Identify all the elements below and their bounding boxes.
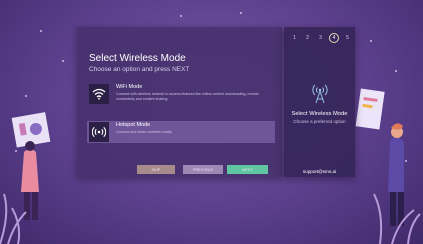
side-subtitle: Choose a preferred option (293, 119, 346, 124)
side-title: Select Wireless Mode (291, 111, 348, 117)
option-title: WiFi Mode (116, 84, 143, 90)
right-illustration (355, 88, 421, 244)
option-description: Connect and share contents locally. (116, 130, 173, 134)
person-figure (388, 137, 404, 192)
support-email-link[interactable]: support@eins.ai (284, 169, 355, 174)
hotspot-icon (89, 122, 109, 142)
step-3: 3 (319, 34, 322, 41)
step-4-active: 4 (329, 33, 339, 43)
option-description: Connect with wireless network to access … (116, 92, 259, 101)
plant (373, 193, 421, 244)
page-subtitle: Choose an option and press NEXT (89, 66, 190, 73)
person-figure (21, 149, 39, 192)
step-2: 2 (306, 34, 309, 41)
report-card (355, 88, 385, 130)
plant (0, 193, 27, 244)
next-button[interactable]: NEXT (227, 165, 268, 174)
side-panel: 1 2 3 4 5 Select Wireless Mode Choose a … (284, 27, 355, 177)
step-1: 1 (293, 34, 296, 41)
wireless-mode-panel: Select Wireless Mode Choose an option an… (77, 27, 282, 177)
wifi-icon (89, 84, 109, 104)
skip-button[interactable]: SKIP (137, 165, 175, 174)
left-illustration (0, 112, 51, 244)
wifi-mode-option[interactable]: WiFi Mode Connect with wireless network … (87, 83, 275, 105)
previous-button[interactable]: PREVIOUS (183, 165, 223, 174)
page-title: Select Wireless Mode (89, 53, 186, 64)
stepper: 1 2 3 4 5 (290, 33, 352, 43)
antenna-icon (310, 82, 330, 104)
option-title: Hotspot Mode (116, 122, 151, 128)
hotspot-mode-option[interactable]: Hotspot Mode Connect and share contents … (87, 121, 275, 143)
step-5: 5 (346, 34, 349, 41)
